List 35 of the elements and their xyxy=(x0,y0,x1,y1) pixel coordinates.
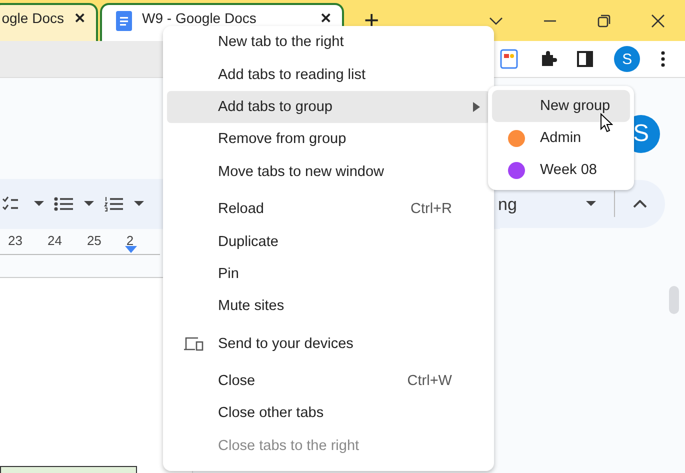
menu-item[interactable]: Add tabs to group xyxy=(167,90,490,124)
menu-item[interactable]: Mute sites xyxy=(167,290,490,323)
browser-tab[interactable]: ogle Docs ✕ xyxy=(0,3,98,41)
close-icon[interactable] xyxy=(651,14,665,28)
close-tab-button[interactable]: ✕ xyxy=(74,11,86,25)
collapse-icon[interactable] xyxy=(633,200,647,208)
numbered-list-icon[interactable] xyxy=(104,196,124,212)
menu-item[interactable]: Pin xyxy=(167,258,490,290)
dropdown-icon[interactable] xyxy=(34,201,44,207)
menu-item[interactable]: Send to your devices xyxy=(167,328,490,360)
dropdown-icon[interactable] xyxy=(84,201,94,207)
document-icon xyxy=(116,11,132,31)
menu-icon[interactable] xyxy=(660,51,665,67)
mouse-pointer-icon xyxy=(600,113,613,133)
menu-item[interactable]: Close other tabs xyxy=(167,397,490,430)
ruler-number: 24 xyxy=(47,233,62,248)
close-tab-button[interactable]: ✕ xyxy=(320,11,332,25)
ruler-number: 2 xyxy=(126,233,134,248)
restore-icon[interactable] xyxy=(597,14,611,28)
menu-item[interactable]: Close Ctrl+W xyxy=(167,364,490,398)
side-panel-icon[interactable] xyxy=(577,51,594,67)
ruler-number: 25 xyxy=(86,233,102,248)
menu-item[interactable]: New group xyxy=(492,90,630,122)
menu-item[interactable]: Duplicate xyxy=(167,225,490,258)
profile-avatar[interactable]: S xyxy=(614,46,640,72)
extension-icon[interactable] xyxy=(500,49,518,69)
devices-icon xyxy=(184,336,204,351)
dropdown-icon xyxy=(586,201,596,207)
indent-marker-icon[interactable] xyxy=(125,246,137,254)
dropdown-icon[interactable] xyxy=(134,201,144,207)
bulleted-list-icon[interactable] xyxy=(54,196,74,212)
menu-item[interactable]: Remove from group xyxy=(167,123,490,156)
scrollbar-thumb[interactable] xyxy=(669,286,679,314)
ruler-number: 23 xyxy=(8,233,22,248)
menu-item[interactable]: Add tabs to reading list xyxy=(167,58,490,91)
